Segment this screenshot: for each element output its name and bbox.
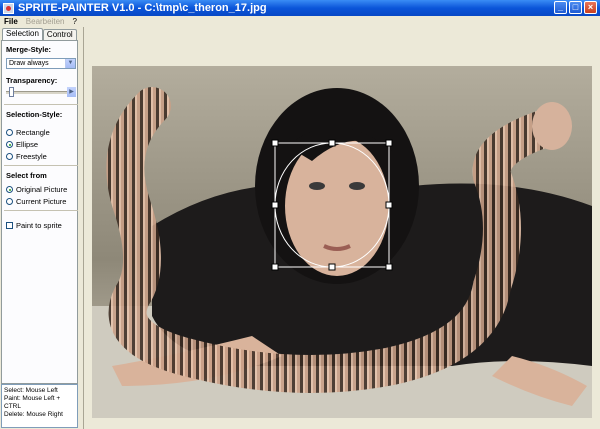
radio-current-picture[interactable]: Current Picture: [6, 197, 66, 206]
left-eye: [309, 182, 325, 190]
transparency-label: Transparency:: [6, 76, 58, 85]
window-title: SPRITE-PAINTER V1.0 - C:\tmp\c_theron_17…: [18, 2, 267, 14]
close-button[interactable]: ×: [584, 1, 597, 14]
slider-thumb[interactable]: [8, 87, 14, 97]
radio-checked-icon[interactable]: [6, 141, 13, 148]
radio-original-label: Original Picture: [16, 185, 68, 194]
sidebar: Selection Control Merge-Style: Draw alwa…: [0, 27, 80, 429]
paint-to-sprite-checkbox[interactable]: Paint to sprite: [6, 221, 62, 230]
resize-handle[interactable]: [328, 139, 336, 147]
radio-rectangle[interactable]: Rectangle: [6, 128, 50, 137]
divider: [4, 165, 78, 166]
help-line: Select: Mouse Left: [4, 387, 58, 394]
radio-checked-icon[interactable]: [6, 186, 13, 193]
help-line: Paint: Mouse Left + CTRL: [4, 395, 61, 410]
minimize-button[interactable]: _: [554, 1, 567, 14]
resize-handle[interactable]: [385, 139, 393, 147]
slider-track: [6, 91, 76, 94]
resize-handle[interactable]: [271, 139, 279, 147]
photo: [92, 66, 592, 418]
app-icon: [3, 2, 14, 14]
resize-handle[interactable]: [385, 263, 393, 271]
radio-icon[interactable]: [6, 129, 13, 136]
checkbox-icon[interactable]: [6, 222, 13, 229]
radio-freestyle-label: Freestyle: [16, 152, 47, 161]
menu-bar: File Bearbeiten ?: [0, 16, 600, 27]
radio-current-label: Current Picture: [16, 197, 67, 206]
selection-style-label: Selection-Style:: [6, 110, 63, 119]
face: [285, 136, 389, 276]
canvas-area: [83, 27, 600, 429]
paint-to-sprite-label: Paint to sprite: [16, 221, 62, 230]
resize-handle[interactable]: [385, 201, 393, 209]
help-line: Delete: Mouse Right: [4, 411, 63, 418]
radio-original-picture[interactable]: Original Picture: [6, 185, 67, 194]
selection-panel: Merge-Style: Draw always ▼ Transparency:…: [1, 40, 78, 384]
radio-ellipse-label: Ellipse: [16, 140, 39, 149]
arrow-right-icon[interactable]: ▶: [67, 87, 76, 97]
divider: [4, 210, 78, 211]
merge-style-select[interactable]: Draw always ▼: [6, 58, 76, 69]
image-canvas[interactable]: [92, 66, 592, 418]
transparency-slider[interactable]: ▶: [6, 87, 76, 97]
title-bar: SPRITE-PAINTER V1.0 - C:\tmp\c_theron_17…: [0, 0, 600, 16]
radio-freestyle[interactable]: Freestyle: [6, 152, 47, 161]
chevron-down-icon[interactable]: ▼: [65, 59, 75, 68]
divider: [4, 104, 78, 105]
maximize-button[interactable]: □: [569, 1, 582, 14]
resize-handle[interactable]: [271, 201, 279, 209]
sprite-head: [532, 102, 572, 150]
right-eye: [349, 182, 365, 190]
radio-icon[interactable]: [6, 153, 13, 160]
tab-control[interactable]: Control: [42, 29, 77, 40]
menu-edit[interactable]: Bearbeiten: [22, 17, 69, 26]
merge-style-value: Draw always: [9, 60, 49, 67]
radio-icon[interactable]: [6, 198, 13, 205]
resize-handle[interactable]: [328, 263, 336, 271]
help-box: Select: Mouse Left Paint: Mouse Left + C…: [1, 384, 78, 428]
menu-file[interactable]: File: [0, 17, 22, 26]
select-from-label: Select from: [6, 171, 47, 180]
radio-ellipse[interactable]: Ellipse: [6, 140, 38, 149]
tab-strip: Selection Control: [2, 28, 77, 41]
resize-handle[interactable]: [271, 263, 279, 271]
merge-style-label: Merge-Style:: [6, 45, 52, 54]
radio-rectangle-label: Rectangle: [16, 128, 50, 137]
menu-help[interactable]: ?: [68, 17, 80, 26]
